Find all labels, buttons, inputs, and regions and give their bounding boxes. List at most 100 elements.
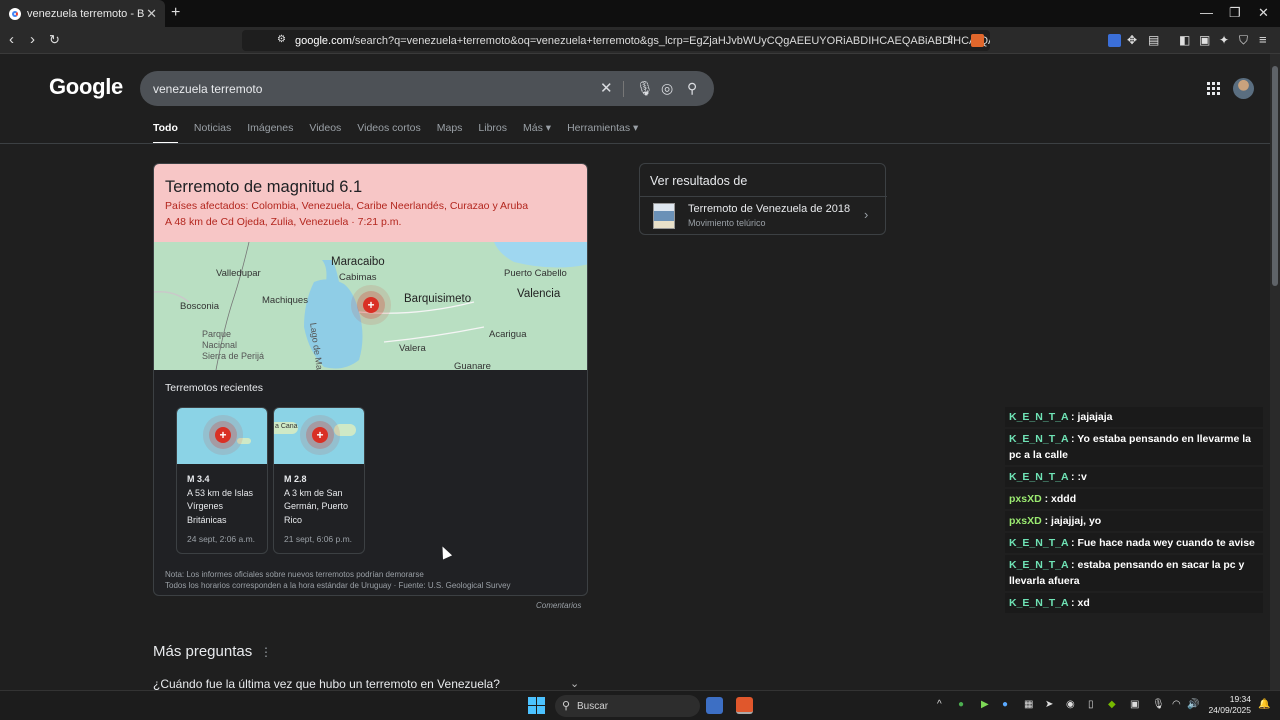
menu-icon[interactable]: ≡ [1259, 32, 1267, 47]
site-settings-icon[interactable]: ⚙ [277, 34, 286, 45]
mic-icon[interactable]: 🎙 [636, 80, 654, 97]
chat-text: :v [1077, 471, 1087, 483]
chat-username: K_E_N_T_A [1009, 559, 1069, 571]
chat-message: pxsXD : jajajjaj, yo [1005, 511, 1263, 531]
tray-app-icon[interactable]: ● [1002, 699, 1008, 710]
search-box[interactable]: ✕ 🎙 ◎ ⚲ [140, 71, 714, 106]
search-input[interactable] [153, 80, 573, 98]
earthquake-header: Terremoto de magnitud 6.1 Países afectad… [154, 164, 587, 242]
affected-countries: Países afectados: Colombia, Venezuela, C… [165, 200, 529, 212]
earthquake-title: Terremoto de magnitud 6.1 [165, 178, 363, 196]
epicenter-pin-icon[interactable]: + [363, 297, 379, 313]
tab-mas[interactable]: Más ▾ [523, 122, 551, 144]
puzzle-icon[interactable]: ✥ [1127, 33, 1137, 47]
taskbar: ⚲ Buscar ^ ● ▶ ● ▦ ➤ ◉ ▯ ◆ ▣ 🎙 ◠ 🔊 19:34… [0, 690, 1280, 720]
extension-icon[interactable] [1108, 34, 1121, 47]
reader-icon[interactable]: ▤ [1148, 33, 1159, 47]
navigation-bar: ‹ › ↻ ☐ google.com/search?q=venezuela+te… [0, 27, 1280, 54]
tab-imagenes[interactable]: Imágenes [247, 122, 293, 144]
clock-time: 19:34 [1229, 694, 1251, 704]
result-subtitle: Movimiento telúrico [688, 218, 766, 228]
tab-videos[interactable]: Videos [309, 122, 341, 144]
chat-username: K_E_N_T_A [1009, 537, 1069, 549]
feedback-link[interactable]: Comentarios [536, 601, 581, 610]
brave-browser-icon[interactable] [736, 697, 753, 714]
chevron-up-icon[interactable]: ^ [937, 699, 942, 710]
scrollbar-thumb[interactable] [1272, 66, 1278, 286]
tab-maps[interactable]: Maps [437, 122, 463, 144]
vpn-icon[interactable]: ⛉ [1239, 33, 1248, 48]
new-tab-icon[interactable]: + [171, 4, 180, 22]
divider [640, 196, 887, 197]
app-icon[interactable] [706, 697, 723, 714]
map-label-maracaibo: Maracaibo [331, 256, 385, 268]
mic-icon[interactable]: 🎙 [1152, 699, 1165, 710]
close-window-icon[interactable]: ✕ [1258, 5, 1269, 21]
recent-quake-card[interactable]: + M 3.4 A 53 km de Islas Vírgenes Britán… [176, 407, 268, 554]
reload-icon[interactable]: ↻ [49, 32, 60, 48]
taskbar-search-label: Buscar [577, 700, 609, 712]
tab-noticias[interactable]: Noticias [194, 122, 231, 144]
discord-icon[interactable]: ◉ [1066, 699, 1075, 710]
brave-shields-icon[interactable] [971, 34, 984, 47]
result-thumbnail[interactable] [653, 203, 675, 229]
address-bar[interactable]: google.com/search?q=venezuela+terremoto&… [242, 30, 990, 51]
play-icon[interactable]: ▶ [981, 699, 989, 710]
tab-todo[interactable]: Todo [153, 122, 178, 144]
result-link[interactable]: Terremoto de Venezuela de 2018 [688, 203, 850, 215]
taskbar-search[interactable]: ⚲ Buscar [555, 695, 700, 717]
chat-overlay: K_E_N_T_A : jajajaja K_E_N_T_A : Yo estab… [1005, 407, 1263, 615]
quake-description: A 53 km de Islas Vírgenes Británicas [187, 488, 254, 525]
question-item[interactable]: ¿Cuándo fue la última vez que hubo un te… [153, 677, 500, 691]
chat-text: xddd [1051, 493, 1077, 505]
search-icon[interactable]: ⚲ [687, 80, 697, 97]
minimize-icon[interactable]: — [1200, 5, 1213, 20]
map-label-bosconia: Bosconia [180, 301, 220, 312]
forward-icon[interactable]: › [30, 31, 35, 48]
more-options-icon[interactable]: ⋮ [260, 645, 272, 659]
volume-icon[interactable]: 🔊 [1187, 699, 1199, 710]
clear-icon[interactable]: ✕ [600, 79, 613, 97]
chat-message: K_E_N_T_A : :v [1005, 467, 1263, 487]
chevron-down-icon[interactable]: ⌄ [570, 677, 579, 690]
leo-ai-icon[interactable]: ✦ [1219, 33, 1229, 47]
share-icon[interactable]: ⇪ [946, 33, 955, 46]
tray-app-icon[interactable]: ▣ [1130, 699, 1139, 710]
restore-icon[interactable]: ❐ [1229, 5, 1241, 21]
sidebar-icon[interactable]: ◧ [1179, 33, 1190, 47]
notification-icon[interactable]: 🔔 [1258, 699, 1270, 710]
google-logo[interactable]: Google [49, 74, 123, 100]
wifi-icon[interactable]: ◠ [1172, 699, 1181, 710]
wallet-icon[interactable]: ▣ [1199, 33, 1210, 47]
recent-quake-card[interactable]: a Cana + M 2.8 A 3 km de San Germán, Pue… [273, 407, 365, 554]
usb-icon[interactable]: ▯ [1088, 699, 1094, 710]
windows-start-icon[interactable] [528, 697, 545, 714]
chevron-right-icon[interactable]: › [864, 207, 868, 222]
tab-herramientas[interactable]: Herramientas ▾ [567, 122, 638, 144]
clock[interactable]: 19:34 24/09/2025 [1205, 694, 1251, 716]
keyboard-icon[interactable]: ▦ [1024, 699, 1033, 710]
send-icon[interactable]: ➤ [1045, 699, 1053, 710]
back-icon[interactable]: ‹ [9, 31, 14, 48]
browser-tab-bar: venezuela terremoto - Buscar con ✕ + — ❐… [0, 0, 1280, 27]
tab-libros[interactable]: Libros [478, 122, 507, 144]
lens-icon[interactable]: ◎ [661, 80, 673, 97]
avatar[interactable] [1233, 78, 1254, 99]
chat-username: pxsXD [1009, 515, 1042, 527]
divider [0, 143, 1270, 144]
tab-videos-cortos[interactable]: Videos cortos [357, 122, 420, 144]
epicenter-pin-icon: + [312, 427, 328, 443]
quake-date: 21 sept, 6:06 p.m. [284, 534, 353, 544]
nvidia-icon[interactable]: ◆ [1108, 699, 1116, 710]
chat-text: Fue hace nada wey cuando te avise [1077, 537, 1255, 549]
earthquake-map[interactable]: Valledupar Maracaibo Cabimas Puerto Cabe… [154, 242, 587, 370]
scrollbar[interactable] [1270, 54, 1280, 690]
source-text: Todos los horarios corresponden a la hor… [165, 581, 511, 590]
tray-app-icon[interactable]: ● [958, 699, 964, 710]
close-tab-icon[interactable]: ✕ [146, 6, 157, 22]
google-apps-icon[interactable] [1207, 82, 1220, 95]
browser-tab[interactable]: venezuela terremoto - Buscar con ✕ [0, 0, 165, 27]
chat-username: K_E_N_T_A [1009, 471, 1069, 483]
chat-username: K_E_N_T_A [1009, 411, 1069, 423]
see-results-card: Ver resultados de Terremoto de Venezuela… [639, 163, 887, 235]
